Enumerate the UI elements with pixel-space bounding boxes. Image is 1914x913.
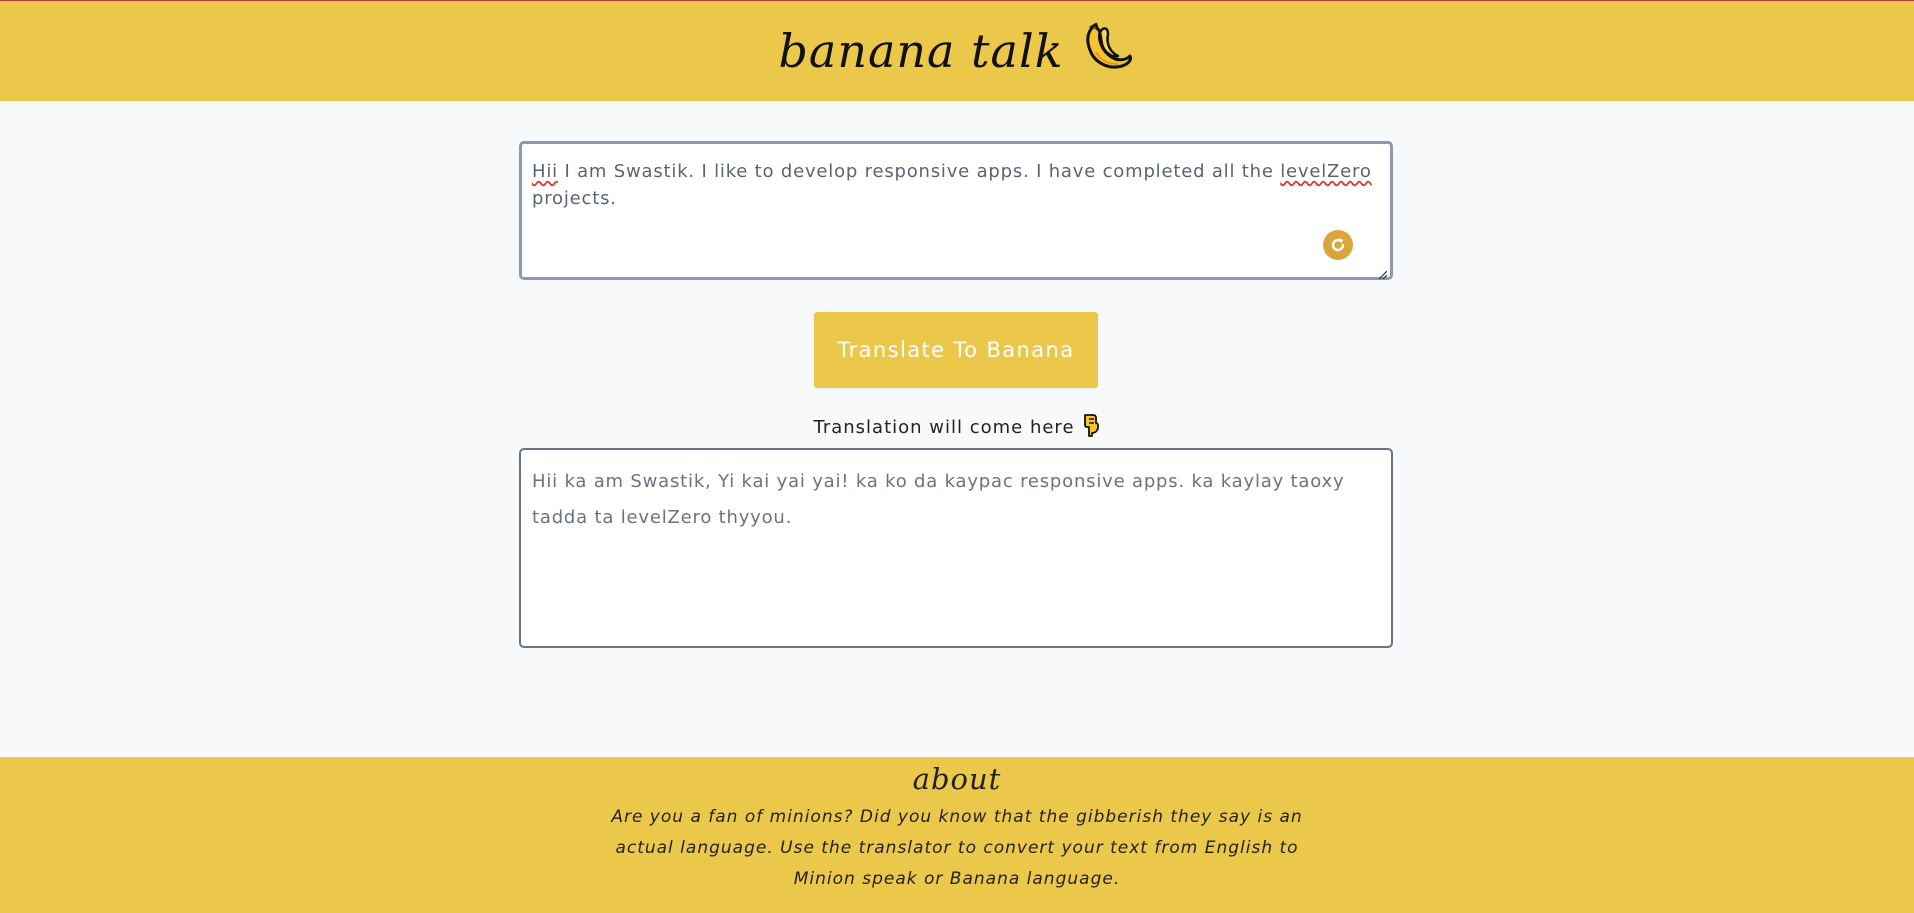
about-heading: about	[912, 762, 1002, 796]
pointing-down-icon	[1081, 413, 1101, 442]
translate-button[interactable]: Translate To Banana	[814, 312, 1098, 388]
footer: about Are you a fan of minions? Did you …	[0, 757, 1914, 913]
misspelled-word[interactable]: Hii	[532, 161, 558, 182]
text-input[interactable]: Hii I am Swastik. I like to develop resp…	[522, 144, 1390, 277]
banana-icon	[1078, 22, 1136, 80]
translation-output: Hii ka am Swastik, Yi kai yai yai! ka ko…	[519, 448, 1393, 648]
resize-handle-icon[interactable]	[1377, 264, 1388, 280]
app-title-text: banana talk	[778, 24, 1064, 78]
translation-label: Translation will come here	[0, 413, 1914, 442]
misspelled-word[interactable]: levelZero	[1280, 161, 1371, 182]
app-title: banana talk	[778, 22, 1135, 80]
translation-label-text: Translation will come here	[813, 417, 1075, 438]
input-text-segment: I am Swastik. I like to develop responsi…	[557, 161, 1281, 182]
about-text: Are you a fan of minions? Did you know t…	[611, 807, 1303, 889]
header: banana talk	[0, 0, 1914, 101]
refresh-icon[interactable]	[1323, 230, 1353, 260]
input-container: Hii I am Swastik. I like to develop resp…	[519, 141, 1393, 280]
